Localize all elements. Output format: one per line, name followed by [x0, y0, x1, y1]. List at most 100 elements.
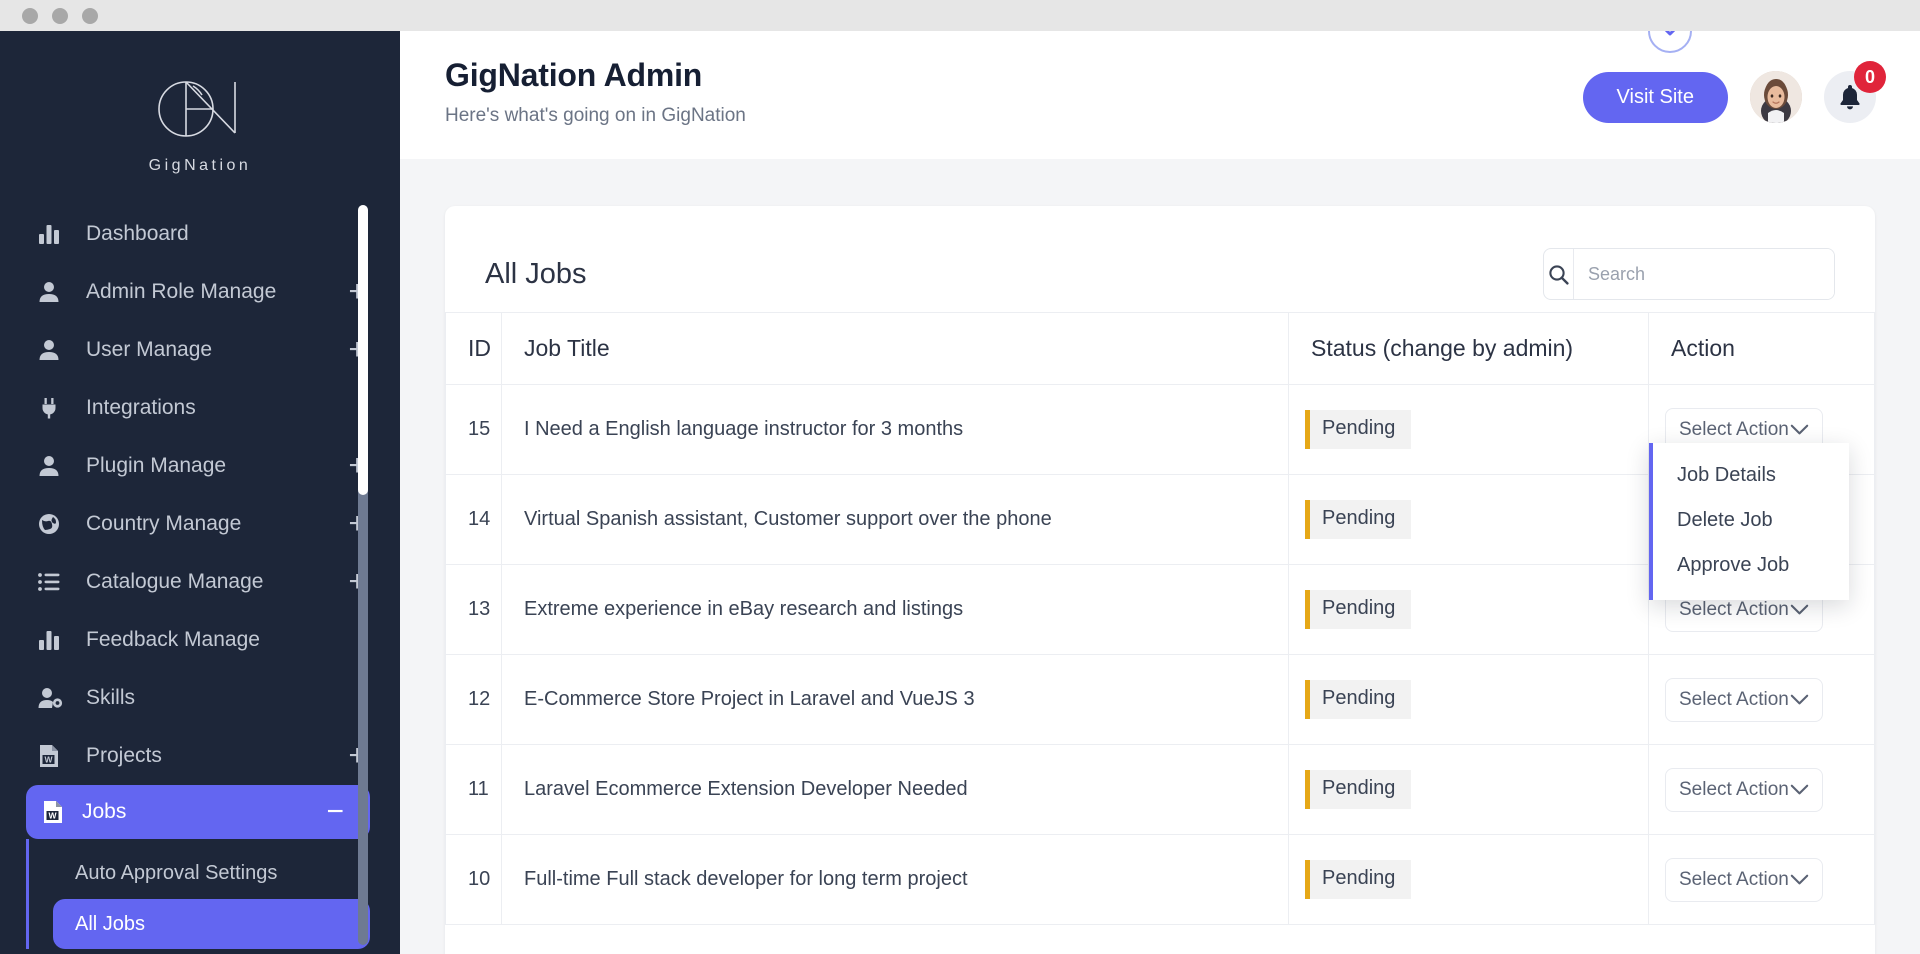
column-header-status[interactable]: Status (change by admin) [1288, 312, 1649, 385]
window-title-bar [0, 0, 1920, 31]
cell-status: Pending [1288, 564, 1649, 655]
list-icon [38, 571, 68, 593]
cell-action: Select Action [1648, 744, 1875, 835]
notification-count-badge: 0 [1854, 61, 1886, 93]
column-header-action[interactable]: Action [1648, 312, 1875, 385]
select-action-label: Select Action [1679, 688, 1789, 710]
sidebar-item-admin-role-manage[interactable]: Admin Role Manage+ [0, 263, 400, 321]
sidebar-item-projects[interactable]: WProjects+ [0, 727, 400, 785]
sidebar-item-label: Skills [86, 686, 136, 709]
window-maximize-dot[interactable] [82, 7, 98, 24]
sidebar-subitem-all-jobs[interactable]: All Jobs [53, 899, 370, 949]
sidebar-scrollbar-thumb[interactable] [358, 205, 368, 495]
sidebar-item-label: Catalogue Manage [86, 570, 264, 593]
sidebar-item-user-manage[interactable]: User Manage+ [0, 321, 400, 379]
sidebar-item-jobs[interactable]: W Jobs − [26, 785, 370, 839]
visit-site-button[interactable]: Visit Site [1582, 71, 1728, 123]
select-action-label: Select Action [1679, 868, 1789, 890]
document-w-icon: W [38, 744, 68, 768]
sidebar-item-label: Feedback Manage [86, 628, 260, 651]
select-action-dropdown[interactable]: Select Action [1665, 677, 1823, 722]
window-minimize-dot[interactable] [52, 7, 68, 24]
select-action-label: Select Action [1679, 778, 1789, 800]
sidebar-item-label: Dashboard [86, 222, 189, 245]
sidebar-item-label: Projects [86, 744, 162, 767]
sidebar-item-label: User Manage [86, 338, 213, 361]
cell-job-title: I Need a English language instructor for… [501, 384, 1289, 475]
search-box[interactable] [1543, 248, 1835, 300]
bar-chart-icon [38, 223, 68, 245]
jobs-table-body: 15 I Need a English language instructor f… [445, 384, 1875, 925]
cell-job-title: Extreme experience in eBay research and … [501, 564, 1289, 655]
cell-status: Pending [1288, 654, 1649, 745]
user-gear-icon [38, 687, 68, 709]
sidebar-scrollbar[interactable] [358, 205, 368, 945]
window-close-dot[interactable] [22, 7, 38, 24]
select-action-label: Select Action [1679, 418, 1789, 440]
sidebar-subitem-auto-approval-settings[interactable]: Auto Approval Settings [29, 847, 400, 899]
table-row: 11 Laravel Ecommerce Extension Developer … [445, 744, 1875, 835]
cell-action: Select Action [1648, 834, 1875, 925]
cell-id: 10 [445, 834, 502, 925]
card-header: All Jobs [445, 206, 1875, 312]
cell-action: Select Action Job Details Delete Job Approv… [1648, 384, 1875, 600]
plug-icon [38, 397, 68, 419]
avatar[interactable] [1750, 71, 1802, 123]
jobs-table-head: ID Job Title Status (change by admin) Ac… [445, 312, 1875, 385]
sidebar-item-label: Plugin Manage [86, 454, 227, 477]
topbar: GigNation Admin Here's what's going on i… [400, 31, 1920, 159]
search-icon-container [1544, 249, 1574, 299]
action-menu-item-delete-job[interactable]: Delete Job [1653, 498, 1849, 543]
gignation-monogram-icon [158, 81, 236, 137]
chevron-down-icon [1790, 424, 1809, 434]
cell-job-title: Full-time Full stack developer for long … [501, 834, 1289, 925]
svg-text:W: W [48, 811, 57, 821]
cell-id: 12 [445, 654, 502, 745]
collapse-minus-icon[interactable]: − [326, 797, 344, 827]
column-header-title[interactable]: Job Title [501, 312, 1289, 385]
card-title: All Jobs [485, 257, 587, 290]
chevron-down-icon [1664, 31, 1676, 36]
search-input[interactable] [1574, 249, 1834, 299]
chevron-down-icon [1790, 604, 1809, 614]
action-menu-item-job-details[interactable]: Job Details [1653, 453, 1849, 498]
sidebar-item-skills[interactable]: Skills [0, 669, 400, 727]
sidebar-item-label: Jobs [82, 800, 127, 823]
cell-status: Pending [1288, 474, 1649, 565]
column-header-id[interactable]: ID [445, 312, 502, 385]
document-w-icon: W [38, 800, 68, 824]
user-icon [38, 281, 68, 303]
select-action-dropdown[interactable]: Select Action [1665, 767, 1823, 812]
sidebar-item-catalogue-manage[interactable]: Catalogue Manage+ [0, 553, 400, 611]
bar-chart-icon [38, 629, 68, 651]
sidebar-item-integrations[interactable]: Integrations [0, 379, 400, 437]
sidebar-item-dashboard[interactable]: Dashboard [0, 205, 400, 263]
user-icon [38, 455, 68, 477]
status-badge: Pending [1305, 680, 1412, 719]
svg-text:W: W [44, 755, 53, 765]
status-badge: Pending [1305, 770, 1412, 809]
chevron-down-icon [1790, 874, 1809, 884]
cell-job-title: Laravel Ecommerce Extension Developer Ne… [501, 744, 1289, 835]
topbar-actions: Visit Site 0 [1582, 61, 1886, 123]
sidebar-nav: Dashboard Admin Role Manage+User Manage+ I… [0, 205, 400, 949]
jobs-table: ID Job Title Status (change by admin) Ac… [445, 312, 1875, 925]
sidebar-item-label: Admin Role Manage [86, 280, 277, 303]
jobs-table-header-row: ID Job Title Status (change by admin) Ac… [445, 312, 1875, 385]
chevron-down-icon [1790, 784, 1809, 794]
sidebar-item-plugin-manage[interactable]: Plugin Manage+ [0, 437, 400, 495]
sidebar-collapse-toggle[interactable] [1648, 31, 1692, 53]
cell-status: Pending [1288, 384, 1649, 475]
sidebar-item-feedback-manage[interactable]: Feedback Manage [0, 611, 400, 669]
sidebar-item-label: Integrations [86, 396, 196, 419]
sidebar-submenu-jobs: Auto Approval Settings All Jobs [26, 839, 400, 949]
cell-job-title: Virtual Spanish assistant, Customer supp… [501, 474, 1289, 565]
select-action-dropdown[interactable]: Select Action [1665, 857, 1823, 902]
table-row: 10 Full-time Full stack developer for lon… [445, 834, 1875, 925]
table-row: 12 E-Commerce Store Project in Laravel an… [445, 654, 1875, 745]
sidebar-item-country-manage[interactable]: Country Manage+ [0, 495, 400, 553]
notifications: 0 [1824, 61, 1886, 123]
brand-block[interactable]: GigNation [0, 31, 400, 175]
action-menu-item-approve-job[interactable]: Approve Job [1653, 543, 1849, 588]
cell-status: Pending [1288, 834, 1649, 925]
